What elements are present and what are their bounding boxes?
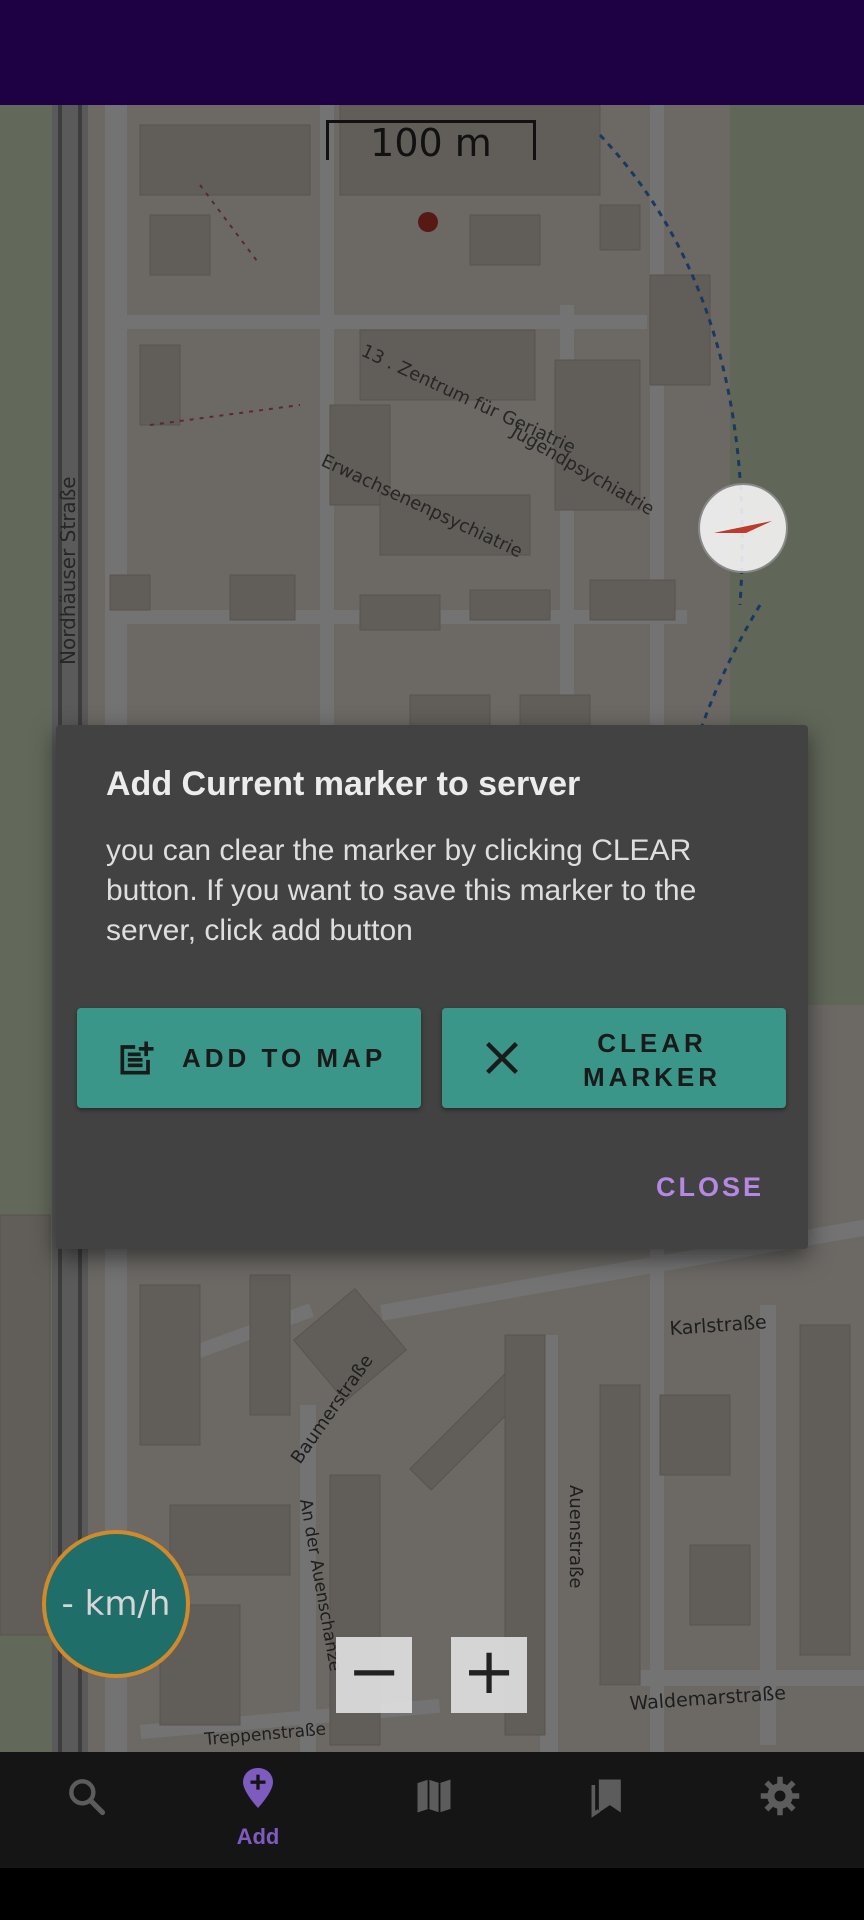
add-marker-dialog: Add Current marker to server you can cle… [56,725,808,1249]
add-location-icon [243,1768,273,1808]
speed-label: - km/h [61,1584,171,1624]
nav-add[interactable]: Add [198,1752,318,1868]
bottom-navigation: Add [0,1752,864,1868]
nav-map[interactable] [372,1752,492,1868]
add-to-map-button[interactable]: ADD TO MAP [77,1008,421,1108]
add-to-map-label: ADD TO MAP [182,1043,387,1073]
clear-marker-button[interactable]: CLEAR MARKER [442,1008,786,1108]
dialog-message: you can clear the marker by clicking CLE… [106,834,697,947]
post-add-icon [120,1041,154,1075]
clear-marker-label: CLEAR MARKER [582,1028,722,1092]
search-icon [69,1779,106,1816]
close-icon [486,1042,518,1074]
compass-icon [714,521,772,533]
nav-add-label: Add [236,1824,280,1849]
scale-bar: 100 m [326,120,536,163]
zoom-out-button[interactable]: − [336,1637,412,1713]
bookmarks-icon [591,1779,621,1818]
minus-icon: − [347,1635,401,1709]
gear-icon [760,1776,800,1816]
scale-label: 100 m [370,121,492,165]
compass[interactable] [698,483,788,573]
zoom-in-button[interactable]: + [451,1637,527,1713]
status-bar [0,0,864,105]
close-button[interactable]: CLOSE [656,1172,764,1203]
nav-settings[interactable] [718,1752,838,1868]
plus-icon: + [462,1635,516,1709]
system-nav-bar [0,1868,864,1920]
app-screen: Nordhäuser Straße 13 . Zentrum für Geria… [0,0,864,1920]
dialog-title: Add Current marker to server [106,765,581,803]
nav-search[interactable] [24,1752,144,1868]
nav-bookmarks[interactable] [546,1752,666,1868]
speed-indicator: - km/h [42,1530,190,1678]
map-icon [417,1779,451,1813]
